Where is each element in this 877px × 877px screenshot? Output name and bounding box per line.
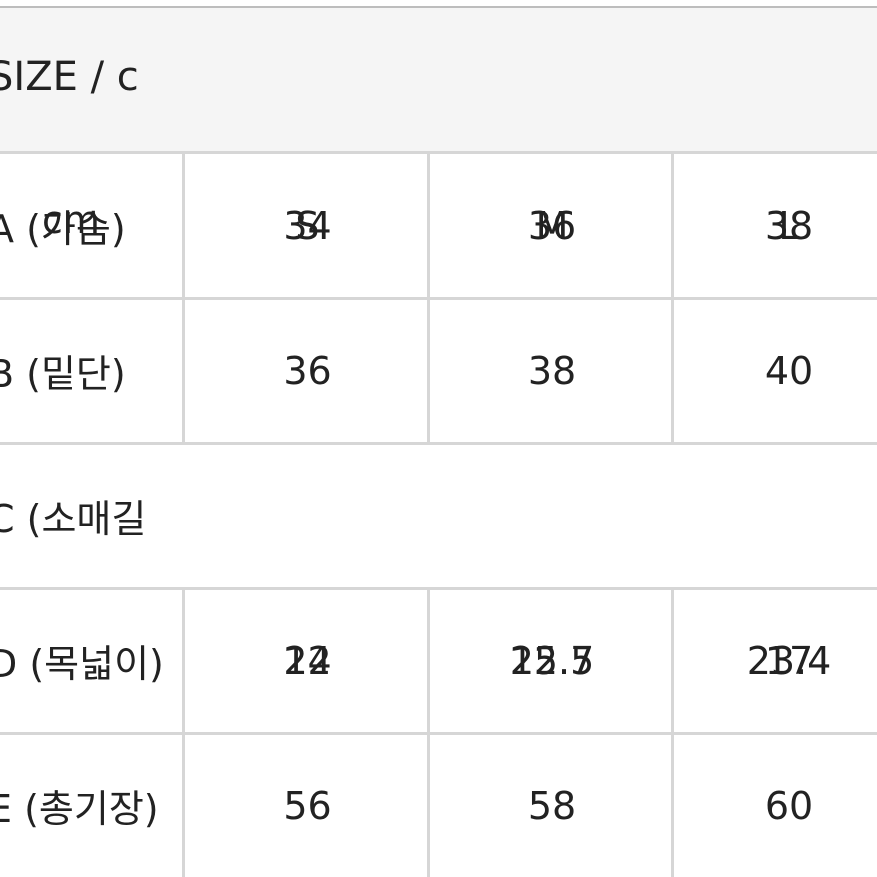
table-row: C (소매길 bbox=[0, 444, 877, 590]
table-row: A (가슴) cm 34 S 36 M 38 L bbox=[0, 154, 877, 300]
overlay-value: M bbox=[535, 203, 569, 248]
overlay-value: L bbox=[778, 203, 800, 248]
row-label: C (소매길 bbox=[0, 497, 147, 541]
overlay-value: 15.5 bbox=[509, 638, 595, 683]
row-label: B (밑단) bbox=[0, 352, 126, 396]
value: 36 bbox=[182, 299, 430, 442]
overlay-value: 17 bbox=[764, 638, 814, 683]
table-row: B (밑단) 36 38 40 bbox=[0, 299, 877, 445]
overlay-value: S bbox=[295, 203, 320, 248]
row-label: E (총기장) bbox=[0, 787, 159, 831]
value: 60 bbox=[671, 734, 877, 877]
value: 38 bbox=[427, 299, 674, 442]
table-header: SIZE / c bbox=[0, 8, 877, 154]
overlay-value: 14 bbox=[283, 638, 332, 683]
table-row: D (목넓이) 22 14 22.7 15.5 23.4 17 bbox=[0, 589, 877, 735]
row-label: D (목넓이) bbox=[0, 642, 164, 686]
value: 58 bbox=[427, 734, 674, 877]
size-title: SIZE / c bbox=[0, 54, 139, 100]
table-row: E (총기장) 56 58 60 bbox=[0, 734, 877, 877]
overlay-label: cm bbox=[42, 198, 100, 242]
value: 40 bbox=[671, 299, 877, 442]
value: 56 bbox=[182, 734, 430, 877]
